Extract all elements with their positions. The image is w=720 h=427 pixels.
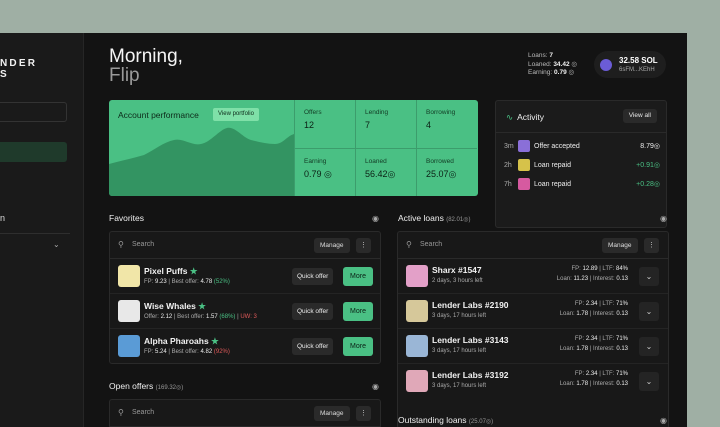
manage-button[interactable]: Manage [602, 238, 638, 253]
search-icon: ⚲ [118, 240, 124, 249]
nft-thumbnail [518, 140, 530, 152]
nft-image [406, 300, 428, 322]
open-offers-title: Open offers (169.32◎) [109, 381, 184, 391]
eye-icon[interactable]: ◉ [660, 214, 667, 223]
performance-title: Account performance [118, 110, 199, 120]
stat-earning: Earning 0.79 ◎ [294, 148, 355, 196]
wallet-button[interactable]: 32.58 SOL 6sFM...KEhH [594, 51, 666, 78]
chevron-down-icon[interactable]: ⌄ [639, 372, 659, 391]
search-input[interactable]: Search [132, 241, 154, 248]
activity-panel: ∿ Activity View all 3m Offer accepted 8.7… [495, 100, 667, 228]
nft-image [406, 370, 428, 392]
stat-borrowed: Borrowed 25.07◎ [416, 148, 477, 196]
sidebar-item-active[interactable] [0, 142, 67, 162]
sidebar-item-label[interactable]: n [0, 213, 5, 223]
chevron-down-icon[interactable]: ⌄ [639, 302, 659, 321]
more-options-icon[interactable]: ⋮ [356, 406, 371, 421]
more-button[interactable]: More [343, 302, 373, 321]
active-loans-title: Active loans (82.01◎) [398, 213, 471, 223]
account-performance-card: Account performance View portfolio Offer… [109, 100, 478, 196]
stat-borrowing: Borrowing 4 [416, 100, 477, 148]
nft-image [406, 265, 428, 287]
list-item[interactable]: Pixel Puffs ★ FP: 9.23 | Best offer: 4.7… [110, 260, 380, 294]
divider [0, 233, 70, 234]
view-all-button[interactable]: View all [622, 109, 657, 123]
quick-offer-button[interactable]: Quick offer [292, 303, 334, 320]
activity-item[interactable]: 7h Loan repaid +0.28◎ [504, 178, 660, 194]
activity-item[interactable]: 2h Loan repaid +0.91◎ [504, 159, 660, 175]
stat-loaned: Loaned 56.42◎ [355, 148, 416, 196]
nft-image [118, 335, 140, 357]
greeting-line: Morning, [109, 46, 183, 67]
favorites-search: ⚲ Search Manage ⋮ [110, 232, 380, 259]
nft-image [406, 335, 428, 357]
list-item[interactable]: Wise Whales ★ Offer: 2.12 | Best offer: … [110, 295, 380, 329]
activity-icon: ∿ [506, 112, 514, 122]
app-window: NDER S n ⌄ Morning, Flip Loans: 7 Loaned… [0, 33, 687, 427]
open-offers-panel: ⚲ Search Manage ⋮ [109, 399, 381, 427]
nft-thumbnail [518, 178, 530, 190]
table-row[interactable]: Lender Labs #3192 3 days, 17 hours left … [398, 365, 668, 399]
table-row[interactable]: Lender Labs #3143 3 days, 17 hours left … [398, 330, 668, 364]
search-icon: ⚲ [406, 240, 412, 249]
view-portfolio-button[interactable]: View portfolio [213, 108, 259, 121]
stat-offers: Offers 12 [294, 100, 355, 148]
performance-stats-grid: Offers 12 Lending 7 Borrowing 4 Earning 0.79… [294, 100, 478, 196]
wallet-address: 6sFM...KEhH [619, 67, 655, 73]
quick-offer-button[interactable]: Quick offer [292, 268, 334, 285]
table-row[interactable]: Lender Labs #2190 3 days, 17 hours left … [398, 295, 668, 329]
manage-button[interactable]: Manage [314, 238, 350, 253]
chevron-down-icon[interactable]: ⌄ [639, 267, 659, 286]
avatar [600, 59, 612, 71]
greeting-username: Flip [109, 65, 140, 86]
star-icon: ★ [189, 266, 198, 276]
eye-icon[interactable]: ◉ [372, 382, 379, 391]
table-row[interactable]: Sharx #1547 2 days, 3 hours left FP: 12.… [398, 260, 668, 294]
activity-title: ∿ Activity [506, 112, 545, 122]
wallet-balance: 32.58 SOL [619, 56, 658, 65]
eye-icon[interactable]: ◉ [660, 416, 667, 425]
more-button[interactable]: More [343, 337, 373, 356]
stat-lending: Lending 7 [355, 100, 416, 148]
favorites-panel: ⚲ Search Manage ⋮ Pixel Puffs ★ FP: 9.23… [109, 231, 381, 364]
search-icon: ⚲ [118, 408, 124, 417]
more-options-icon[interactable]: ⋮ [356, 238, 371, 253]
outstanding-loans-title: Outstanding loans (25.07◎) [398, 415, 494, 425]
active-loans-panel: ⚲ Search Manage ⋮ Sharx #1547 2 days, 3 … [397, 231, 669, 427]
active-loans-search: ⚲ Search Manage ⋮ [398, 232, 668, 259]
account-stats: Loans: 7 Loaned: 34.42 ◎ Earning: 0.79 ◎ [528, 52, 578, 76]
chevron-down-icon[interactable]: ⌄ [53, 240, 60, 249]
earning-amount: 0.79 [554, 69, 567, 76]
sidebar-search-input[interactable] [0, 102, 67, 122]
chevron-down-icon[interactable]: ⌄ [639, 337, 659, 356]
list-item[interactable]: Alpha Pharoahs ★ FP: 5.24 | Best offer: … [110, 330, 380, 363]
divider [496, 132, 666, 133]
eye-icon[interactable]: ◉ [372, 214, 379, 223]
nft-image [118, 265, 140, 287]
search-input[interactable]: Search [132, 409, 154, 416]
star-icon: ★ [198, 301, 206, 311]
greeting: Morning, Flip [109, 47, 183, 85]
star-icon: ★ [211, 336, 219, 346]
more-options-icon[interactable]: ⋮ [644, 238, 659, 253]
open-offers-search: ⚲ Search Manage ⋮ [110, 400, 380, 427]
loaned-amount: 34.42 [553, 60, 570, 68]
favorites-title: Favorites [109, 213, 144, 223]
loans-count: 7 [549, 52, 553, 59]
nft-thumbnail [518, 159, 530, 171]
manage-button[interactable]: Manage [314, 406, 350, 421]
more-button[interactable]: More [343, 267, 373, 286]
activity-item[interactable]: 3m Offer accepted 8.79◎ [504, 140, 660, 156]
brand-logo[interactable]: NDER S [0, 58, 37, 80]
search-input[interactable]: Search [420, 241, 442, 248]
quick-offer-button[interactable]: Quick offer [292, 338, 334, 355]
nft-image [118, 300, 140, 322]
sidebar: NDER S n ⌄ [0, 33, 84, 427]
